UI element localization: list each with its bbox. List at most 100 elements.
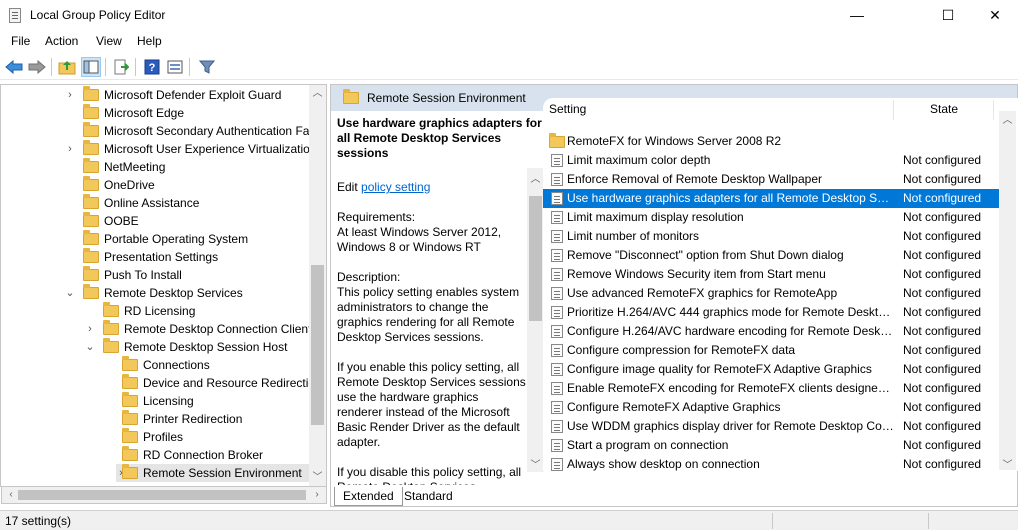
tree-item-label: Remote Session Environment <box>143 466 302 480</box>
tree-item[interactable]: › Microsoft Defender Exploit Guard <box>1 86 309 104</box>
setting-row[interactable]: Prioritize H.264/AVC 444 graphics mode f… <box>543 303 999 322</box>
tree-item[interactable]: RD Licensing <box>1 302 309 320</box>
setting-row[interactable]: Limit maximum color depth Not configured <box>543 151 999 170</box>
menu-action[interactable]: Action <box>45 34 78 48</box>
tree-item[interactable]: OOBE <box>1 212 309 230</box>
up-folder-icon[interactable] <box>57 57 77 77</box>
forward-arrow-icon[interactable] <box>27 57 47 77</box>
folder-icon <box>103 320 119 335</box>
setting-name: Remove Windows Security item from Start … <box>567 267 826 281</box>
folder-icon <box>83 194 99 209</box>
setting-row[interactable]: Remove Windows Security item from Start … <box>543 265 999 284</box>
filter-icon[interactable] <box>197 57 217 77</box>
menu-help[interactable]: Help <box>137 34 162 48</box>
setting-row[interactable]: Use hardware graphics adapters for all R… <box>543 189 999 208</box>
tree-vertical-scrollbar[interactable]: ︿ ﹀ <box>309 85 326 486</box>
description-scrollbar[interactable]: ︿ ﹀ <box>527 168 544 472</box>
column-header-state[interactable]: State <box>930 98 958 121</box>
setting-row[interactable]: Remove "Disconnect" option from Shut Dow… <box>543 246 999 265</box>
tree-item[interactable]: Printer Redirection <box>1 410 309 428</box>
menu-view[interactable]: View <box>96 34 122 48</box>
setting-state: Not configured <box>903 267 982 281</box>
help-icon[interactable]: ? <box>142 57 162 77</box>
folder-icon <box>122 428 138 443</box>
policy-tree[interactable]: › Microsoft Defender Exploit Guard Microso… <box>0 84 327 487</box>
tree-item[interactable]: Microsoft Edge <box>1 104 309 122</box>
policy-setting-icon <box>551 154 563 167</box>
setting-name: Configure H.264/AVC hardware encoding fo… <box>567 324 895 338</box>
policy-setting-icon <box>551 230 563 243</box>
tab-extended[interactable]: Extended <box>334 487 403 506</box>
close-button[interactable]: ✕ <box>972 0 1018 31</box>
setting-row[interactable]: Configure compression for RemoteFX data N… <box>543 341 999 360</box>
tree-item[interactable]: › Remote Session Environment <box>116 464 309 482</box>
policy-setting-icon <box>551 344 563 357</box>
tree-item[interactable]: Microsoft Secondary Authentication Fa <box>1 122 309 140</box>
setting-row[interactable]: Limit number of monitors Not configured <box>543 227 999 246</box>
tree-item[interactable]: › Microsoft User Experience Virtualizatio… <box>1 140 317 158</box>
setting-name: Start a program on connection <box>567 438 729 452</box>
tree-item[interactable]: Push To Install <box>1 266 309 284</box>
tree-item-label: Remote Desktop Services <box>104 286 243 300</box>
tree-item[interactable]: ⌄ Remote Desktop Session Host <box>1 338 309 356</box>
setting-state: Not configured <box>903 457 982 471</box>
description-text: Description: This policy setting enables… <box>337 270 520 344</box>
setting-row[interactable]: RemoteFX for Windows Server 2008 R2 <box>543 132 999 151</box>
setting-row[interactable]: Configure image quality for RemoteFX Ada… <box>543 360 999 379</box>
tree-horizontal-scrollbar[interactable]: ‹ › <box>1 487 327 504</box>
setting-state: Not configured <box>903 248 982 262</box>
chevron-down-icon[interactable]: ⌄ <box>85 338 95 356</box>
folder-icon <box>122 392 138 407</box>
folder-icon <box>549 133 565 148</box>
policy-setting-icon <box>551 439 563 452</box>
setting-row[interactable]: Limit maximum display resolution Not conf… <box>543 208 999 227</box>
policy-setting-icon <box>551 249 563 262</box>
window-title: Local Group Policy Editor <box>30 8 166 22</box>
policy-setting-icon <box>551 287 563 300</box>
policy-setting-link[interactable]: policy setting <box>361 180 430 194</box>
setting-row[interactable]: Enforce Removal of Remote Desktop Wallpa… <box>543 170 999 189</box>
tree-item[interactable]: Device and Resource Redirection <box>1 374 322 392</box>
tree-item[interactable]: ⌄ Remote Desktop Services <box>1 284 309 302</box>
column-header-setting[interactable]: Setting <box>549 98 586 121</box>
tree-item-label: Microsoft Defender Exploit Guard <box>104 88 282 102</box>
tree-item[interactable]: Portable Operating System <box>1 230 309 248</box>
tree-item[interactable]: Online Assistance <box>1 194 309 212</box>
setting-name: Use WDDM graphics display driver for Rem… <box>567 419 895 433</box>
setting-row[interactable]: Configure H.264/AVC hardware encoding fo… <box>543 322 999 341</box>
setting-name: RemoteFX for Windows Server 2008 R2 <box>567 134 782 148</box>
setting-row[interactable]: Enable RemoteFX encoding for RemoteFX cl… <box>543 379 999 398</box>
policy-setting-icon <box>551 306 563 319</box>
tree-item-label: Printer Redirection <box>143 412 243 426</box>
setting-row[interactable]: Use advanced RemoteFX graphics for Remot… <box>543 284 999 303</box>
tab-standard[interactable]: Standard <box>396 487 461 506</box>
menu-file[interactable]: File <box>11 34 30 48</box>
tree-item[interactable]: Connections <box>1 356 309 374</box>
setting-row[interactable]: Use WDDM graphics display driver for Rem… <box>543 417 999 436</box>
tree-item[interactable]: Presentation Settings <box>1 248 309 266</box>
chevron-right-icon[interactable]: › <box>85 320 95 338</box>
back-arrow-icon[interactable] <box>4 57 24 77</box>
folder-icon <box>83 212 99 227</box>
tree-item[interactable]: › Remote Desktop Connection Client <box>1 320 311 338</box>
show-hide-tree-icon[interactable] <box>81 57 101 77</box>
folder-icon <box>122 446 138 461</box>
tree-item[interactable]: RD Connection Broker <box>1 446 309 464</box>
maximize-button[interactable]: ☐ <box>925 0 971 31</box>
setting-row[interactable]: Always show desktop on connection Not con… <box>543 455 999 471</box>
minimize-button[interactable]: — <box>834 0 880 31</box>
chevron-right-icon[interactable]: › <box>65 140 75 158</box>
export-list-icon[interactable] <box>111 57 131 77</box>
setting-row[interactable]: Start a program on connection Not configu… <box>543 436 999 455</box>
tree-item[interactable]: Licensing <box>1 392 309 410</box>
chevron-right-icon[interactable]: › <box>65 86 75 104</box>
setting-state: Not configured <box>903 191 982 205</box>
section-title: Remote Session Environment <box>367 91 526 105</box>
list-vertical-scrollbar[interactable]: ︿ ﹀ <box>999 111 1016 471</box>
properties-view-icon[interactable] <box>165 57 185 77</box>
tree-item[interactable]: OneDrive <box>1 176 309 194</box>
tree-item[interactable]: NetMeeting <box>1 158 309 176</box>
chevron-down-icon[interactable]: ⌄ <box>65 284 75 302</box>
tree-item[interactable]: Profiles <box>1 428 309 446</box>
setting-row[interactable]: Configure RemoteFX Adaptive Graphics Not … <box>543 398 999 417</box>
